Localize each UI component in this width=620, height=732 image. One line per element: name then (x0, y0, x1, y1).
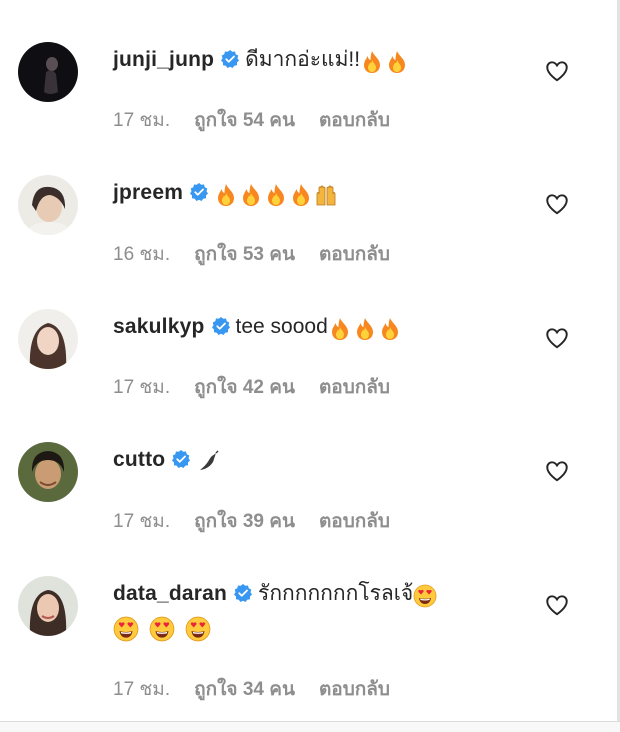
likes-count[interactable]: ถูกใจ 42 คน (194, 377, 295, 398)
comment-body: sakulkyp tee soood (113, 313, 513, 345)
comment-text: tee soood (235, 315, 328, 338)
comment-body: cutto (113, 446, 513, 478)
emoji-group (214, 183, 339, 211)
bottom-divider (0, 721, 620, 732)
verified-icon (233, 583, 253, 603)
reply-button[interactable]: ตอบกลับ (319, 377, 390, 398)
comment-item: sakulkyp tee soood 17 ชม. ถูกใจ 42 คน ตอบกล… (0, 309, 617, 429)
fire-emoji-icon (289, 183, 313, 207)
fire-emoji-icon (353, 317, 377, 341)
reply-button[interactable]: ตอบกลับ (319, 110, 390, 131)
fire-emoji-icon (214, 183, 238, 207)
comment-meta: 16 ชม. ถูกใจ 53 คน ตอบกลับ (113, 239, 414, 269)
comment-meta: 17 ชม. ถูกใจ 34 คน ตอบกลับ (113, 674, 414, 704)
comment-body-continued (113, 612, 212, 644)
verified-icon (211, 316, 231, 336)
username-link[interactable]: data_daran (113, 582, 227, 605)
heart-eyes-emoji-icon (185, 616, 211, 642)
chili-pepper-emoji-icon (196, 450, 220, 474)
emoji-group (360, 50, 410, 78)
like-heart-icon[interactable] (543, 325, 571, 351)
comment-meta: 17 ชม. ถูกใจ 54 คน ตอบกลับ (113, 105, 414, 135)
timestamp[interactable]: 17 ชม. (113, 377, 170, 398)
raising-hands-emoji-icon (314, 183, 338, 207)
username-link[interactable]: jpreem (113, 181, 183, 204)
username-link[interactable]: sakulkyp (113, 315, 205, 338)
username-link[interactable]: cutto (113, 448, 165, 471)
avatar[interactable] (18, 309, 78, 369)
likes-count[interactable]: ถูกใจ 39 คน (194, 511, 295, 532)
timestamp[interactable]: 17 ชม. (113, 110, 170, 131)
fire-emoji-icon (239, 183, 263, 207)
avatar[interactable] (18, 576, 78, 636)
comment-item: junji_junp ดีมากอ่ะแม่!! 17 ชม. ถูกใจ 54 ค… (0, 42, 617, 162)
comment-meta: 17 ชม. ถูกใจ 42 คน ตอบกลับ (113, 372, 414, 402)
username-link[interactable]: junji_junp (113, 48, 214, 71)
emoji-group (413, 584, 438, 612)
like-heart-icon[interactable] (543, 58, 571, 84)
heart-eyes-emoji-icon (149, 616, 175, 642)
comment-body: data_daran รักกกกกกกโรลเจ้ (113, 580, 513, 612)
comment-item: data_daran รักกกกกกกโรลเจ้ 17 ชม. ถูกใจ 34… (0, 576, 617, 716)
reply-button[interactable]: ตอบกลับ (319, 679, 390, 700)
like-heart-icon[interactable] (543, 592, 571, 618)
verified-icon (220, 49, 240, 69)
comment-item: cutto 17 ชม. ถูกใจ 39 คน ตอบกลับ (0, 442, 617, 562)
reply-button[interactable]: ตอบกลับ (319, 244, 390, 265)
likes-count[interactable]: ถูกใจ 54 คน (194, 110, 295, 131)
heart-eyes-emoji-icon (113, 616, 139, 642)
comment-text: รักกกกกกกโรลเจ้ (258, 582, 414, 605)
fire-emoji-icon (328, 317, 352, 341)
like-heart-icon[interactable] (543, 458, 571, 484)
comment-text: ดีมากอ่ะแม่!! (245, 48, 361, 71)
emoji-group (328, 317, 403, 345)
avatar[interactable] (18, 175, 78, 235)
likes-count[interactable]: ถูกใจ 34 คน (194, 679, 295, 700)
likes-count[interactable]: ถูกใจ 53 คน (194, 244, 295, 265)
like-heart-icon[interactable] (543, 191, 571, 217)
timestamp[interactable]: 17 ชม. (113, 511, 170, 532)
avatar[interactable] (18, 42, 78, 102)
emoji-group (113, 616, 212, 644)
fire-emoji-icon (264, 183, 288, 207)
reply-button[interactable]: ตอบกลับ (319, 511, 390, 532)
avatar[interactable] (18, 442, 78, 502)
emoji-group (196, 450, 221, 478)
verified-icon (171, 449, 191, 469)
verified-icon (189, 182, 209, 202)
heart-eyes-emoji-icon (413, 584, 437, 608)
fire-emoji-icon (385, 50, 409, 74)
comment-meta: 17 ชม. ถูกใจ 39 คน ตอบกลับ (113, 506, 414, 536)
comment-item: jpreem 16 ชม. ถูกใจ 53 คน ตอบกลับ (0, 175, 617, 295)
fire-emoji-icon (360, 50, 384, 74)
timestamp[interactable]: 17 ชม. (113, 679, 170, 700)
timestamp[interactable]: 16 ชม. (113, 244, 170, 265)
comment-body: jpreem (113, 179, 513, 211)
fire-emoji-icon (378, 317, 402, 341)
comment-body: junji_junp ดีมากอ่ะแม่!! (113, 46, 513, 78)
